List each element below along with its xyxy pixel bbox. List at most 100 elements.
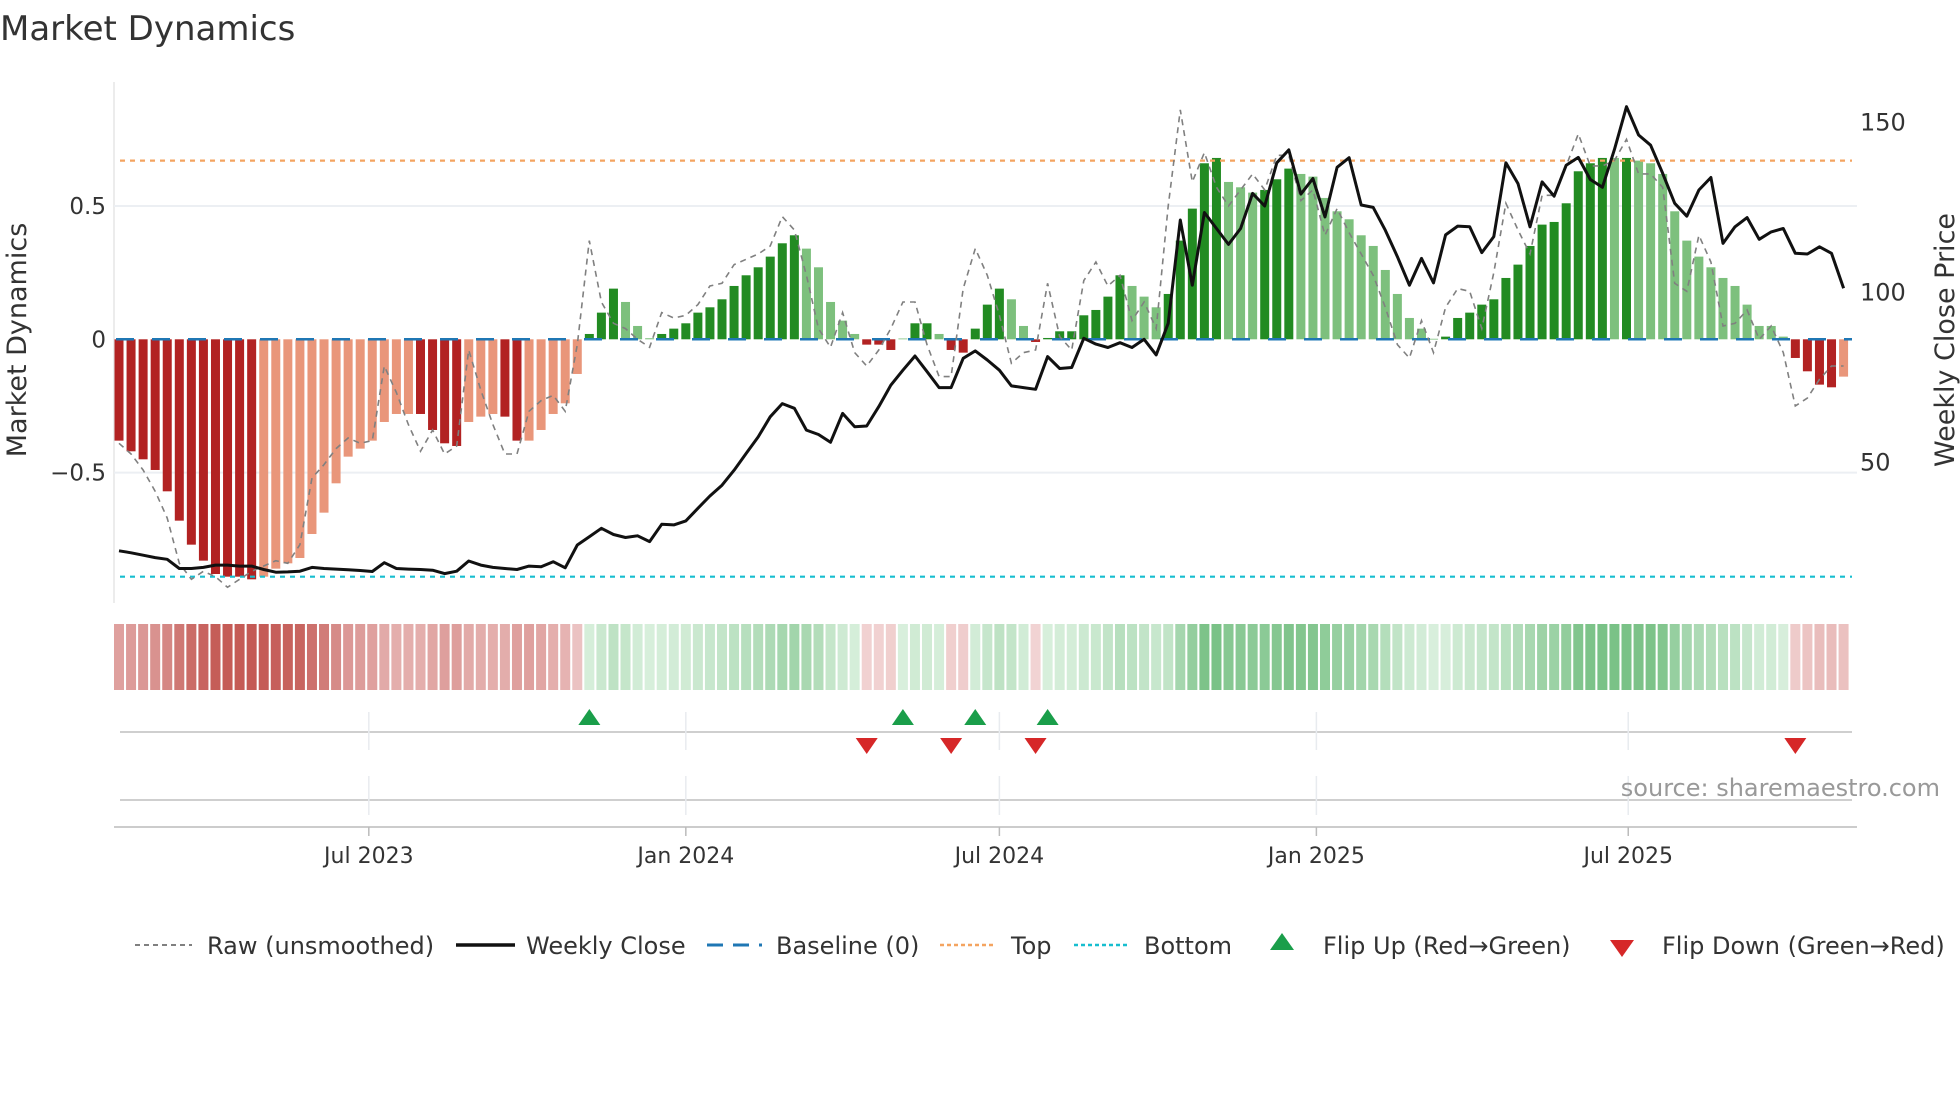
strip-cell	[379, 624, 390, 690]
momentum-bar	[174, 339, 184, 521]
strip-cell	[1609, 624, 1620, 690]
y-tick-label: 0.5	[69, 194, 106, 220]
momentum-bar	[1658, 173, 1668, 340]
momentum-bar	[1730, 285, 1740, 340]
momentum-bar	[1573, 171, 1583, 340]
y-right-tick-label: 150	[1860, 109, 1906, 137]
strip-cell	[1271, 624, 1282, 690]
flip-down-marker	[855, 738, 878, 754]
momentum-bar	[1670, 211, 1680, 340]
momentum-bar	[1019, 325, 1028, 340]
strip-cell	[885, 624, 896, 690]
flip-panel	[120, 709, 1852, 815]
momentum-bar	[1103, 296, 1113, 340]
momentum-bar	[1513, 264, 1523, 340]
momentum-bar	[934, 333, 944, 340]
strip-cell	[1283, 624, 1294, 690]
momentum-bar	[826, 301, 836, 340]
strip-cell	[331, 624, 342, 690]
strip-cell	[258, 624, 269, 690]
strip-cell	[1766, 624, 1777, 690]
flip-up-marker	[964, 709, 987, 725]
momentum-bar	[1706, 267, 1716, 340]
strip-cell	[1512, 624, 1523, 690]
momentum-bar	[1127, 285, 1137, 340]
strip-cell	[487, 624, 498, 690]
legend-baseline-label: Baseline (0)	[776, 932, 919, 960]
momentum-bar	[1477, 304, 1487, 340]
flip-down-marker	[940, 738, 963, 754]
momentum-bar	[331, 339, 341, 484]
momentum-bar	[1368, 245, 1378, 340]
left-axis-label: Market Dynamics	[2, 223, 33, 458]
strip-cell	[825, 624, 836, 690]
strip-cell	[632, 624, 643, 690]
strip-cell	[572, 624, 583, 690]
momentum-bar	[210, 339, 220, 574]
momentum-bar	[1091, 309, 1101, 340]
strip-cell	[861, 624, 872, 690]
momentum-bar	[307, 339, 317, 534]
y-right-tick-label: 50	[1860, 449, 1891, 477]
strip-cell	[1814, 624, 1825, 690]
momentum-bar	[1549, 221, 1559, 340]
x-tick-label: Jul 2023	[322, 844, 414, 869]
momentum-bar	[1489, 299, 1499, 340]
momentum-bar	[898, 338, 908, 340]
strip-cell	[765, 624, 776, 690]
momentum-bar	[693, 312, 703, 340]
strip-cell	[1114, 624, 1125, 690]
strip-cell	[524, 624, 535, 690]
strip-cell	[1730, 624, 1741, 690]
momentum-bar	[681, 323, 691, 340]
momentum-bar	[114, 339, 124, 441]
strip-cell	[1585, 624, 1596, 690]
momentum-bar	[271, 339, 281, 569]
strip-cell	[1175, 624, 1186, 690]
momentum-bar	[1622, 157, 1631, 340]
strip-cell	[922, 624, 933, 690]
strip-cell	[644, 624, 655, 690]
strip-cell	[536, 624, 547, 690]
strip-cell	[1259, 624, 1270, 690]
strip-cell	[909, 624, 920, 690]
momentum-bar	[1429, 338, 1439, 340]
momentum-bar	[994, 288, 1004, 340]
momentum-bar	[247, 339, 257, 580]
strip-cell	[1440, 624, 1451, 690]
strip-cell	[813, 624, 824, 690]
momentum-bars	[114, 157, 1849, 580]
strip-cell	[270, 624, 281, 690]
market-dynamics-chart: Market Dynamics Market Dynamics Weekly C…	[0, 9, 1960, 960]
momentum-bar	[235, 339, 245, 577]
strip-cell	[777, 624, 788, 690]
strip-cell	[162, 624, 173, 690]
strip-cell	[1561, 624, 1572, 690]
momentum-bar	[512, 339, 522, 441]
momentum-bar	[1332, 211, 1342, 340]
momentum-bar	[705, 307, 715, 340]
momentum-bar	[789, 235, 799, 340]
momentum-bar	[1043, 337, 1053, 340]
strip-cell	[692, 624, 703, 690]
momentum-bar	[416, 339, 425, 414]
strip-cell	[1778, 624, 1789, 690]
strip-cell	[656, 624, 667, 690]
legend-flip-up-icon	[1270, 933, 1294, 950]
strip-cell	[801, 624, 812, 690]
strip-cell	[439, 624, 450, 690]
momentum-bar	[440, 339, 450, 444]
strip-cell	[1669, 624, 1680, 690]
strip-cell	[753, 624, 764, 690]
momentum-bar	[1453, 317, 1463, 340]
momentum-bar	[1694, 256, 1704, 340]
strip-cell	[427, 624, 438, 690]
momentum-bar	[223, 339, 233, 577]
momentum-bar	[186, 339, 196, 545]
strip-cell	[837, 624, 848, 690]
momentum-bar	[982, 304, 992, 340]
strip-cell	[1368, 624, 1379, 690]
source-credit: source: sharemaestro.com	[1621, 774, 1940, 802]
strip-cell	[994, 624, 1005, 690]
momentum-bar	[970, 328, 980, 340]
